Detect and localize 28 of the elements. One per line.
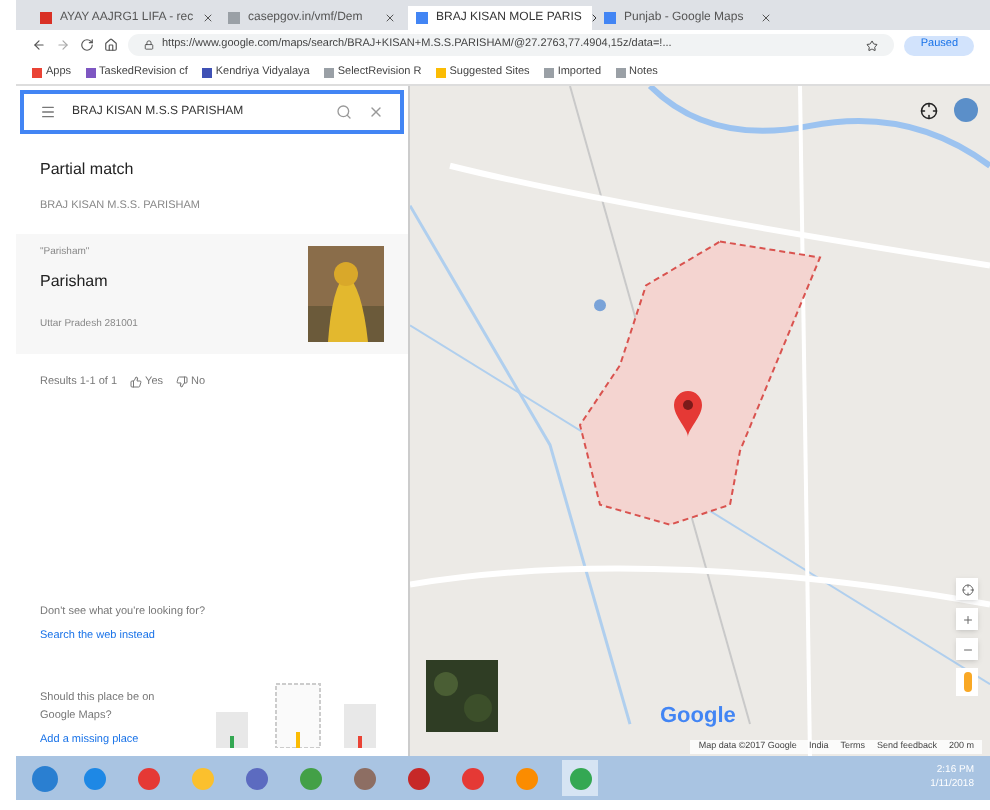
forward-icon[interactable]	[56, 38, 70, 52]
start-button[interactable]	[32, 765, 58, 791]
compass-icon	[961, 583, 973, 595]
reload-icon[interactable]	[80, 38, 94, 52]
lock-icon	[144, 40, 154, 50]
star-icon[interactable]	[866, 39, 879, 51]
minus-icon	[961, 643, 973, 655]
thumbs-up-icon	[129, 376, 142, 389]
result-name: Parisham	[40, 269, 110, 294]
close-icon[interactable]	[368, 104, 384, 120]
plus-icon	[961, 613, 973, 625]
thumbs-down-icon	[175, 376, 188, 389]
close-icon[interactable]	[201, 12, 214, 24]
menu-icon[interactable]	[40, 104, 56, 120]
zoom-out-button[interactable]	[956, 638, 978, 660]
back-icon[interactable]	[32, 38, 46, 52]
google-logo: Google	[660, 701, 736, 731]
search-icon[interactable]	[336, 104, 352, 120]
satellite-toggle[interactable]	[426, 660, 498, 732]
location-icon[interactable]	[920, 101, 938, 119]
pegman-icon[interactable]	[956, 668, 978, 696]
close-icon[interactable]	[760, 12, 772, 24]
taskbar-app-icon[interactable]	[562, 760, 598, 796]
close-icon[interactable]	[384, 12, 396, 24]
zoom-in-button[interactable]	[956, 608, 978, 630]
compass-button[interactable]	[956, 578, 978, 600]
match-title: Partial match	[40, 158, 136, 182]
home-icon[interactable]	[104, 38, 118, 52]
